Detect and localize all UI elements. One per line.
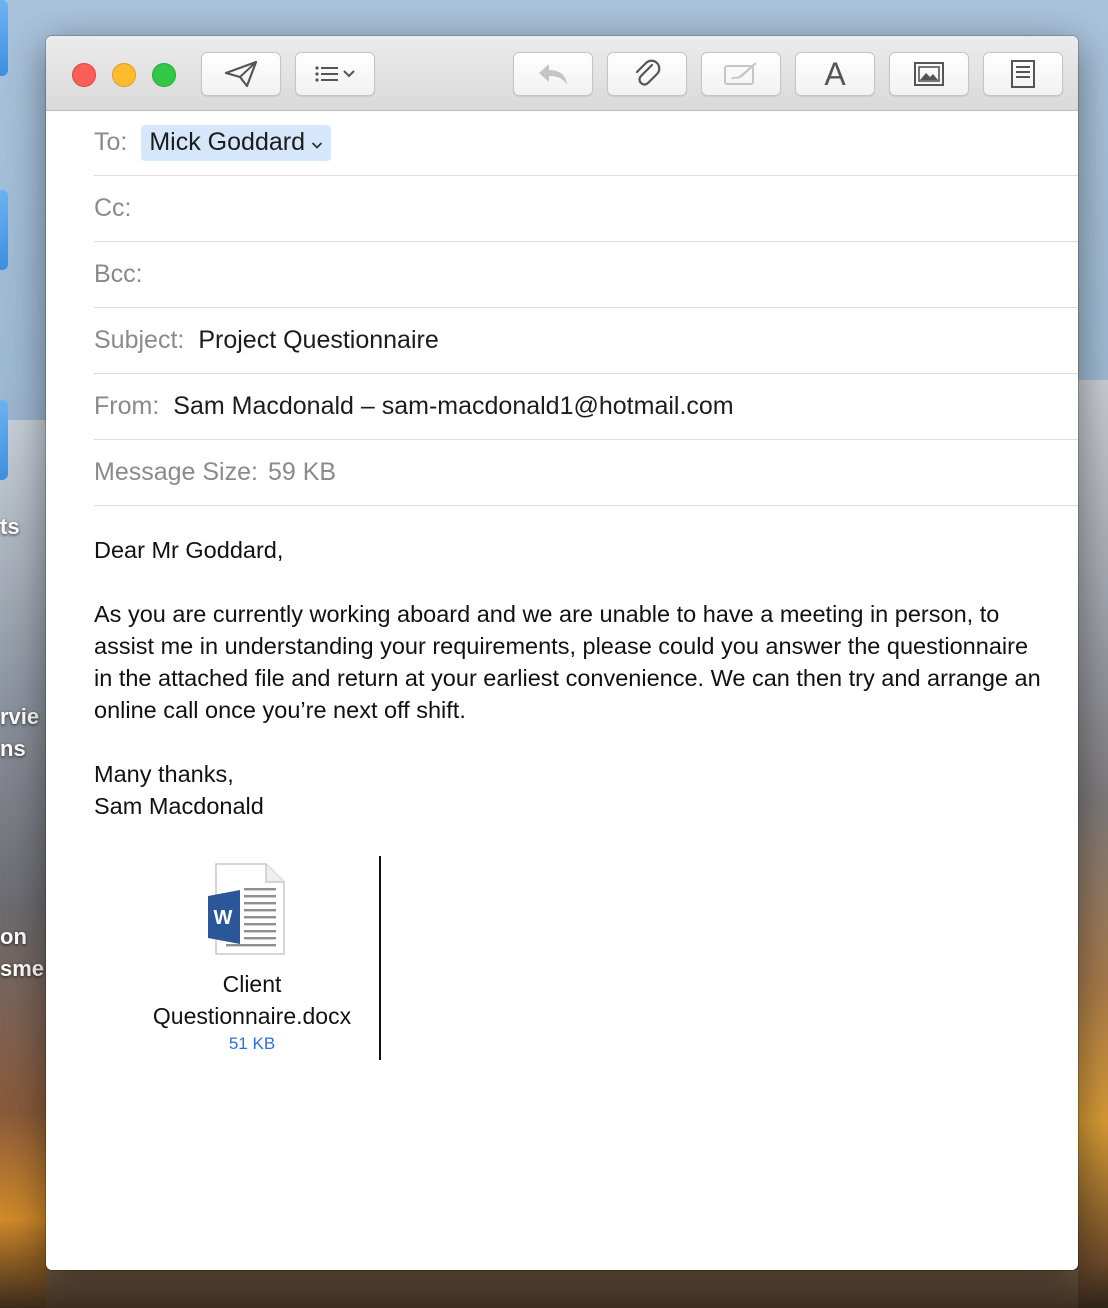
desktop-wallpaper-bottom xyxy=(46,1270,1078,1308)
message-body[interactable]: Dear Mr Goddard, As you are currently wo… xyxy=(94,534,1044,822)
subject-input[interactable]: Project Questionnaire xyxy=(198,326,438,355)
attachment-filename-line2: Questionnaire.docx xyxy=(152,1003,352,1029)
compose-window: A To: Mick Goddard Cc: Bcc: Subject: Pro… xyxy=(46,36,1078,1270)
message-size-label: Message Size: xyxy=(94,458,258,486)
signoff-text: Many thanks, xyxy=(94,761,234,787)
signature-text: Sam Macdonald xyxy=(94,793,264,819)
attach-button[interactable] xyxy=(607,52,687,96)
reply-button[interactable] xyxy=(513,52,593,96)
desktop-wallpaper-left xyxy=(0,420,50,1308)
chevron-down-icon xyxy=(342,69,356,79)
recipient-token[interactable]: Mick Goddard xyxy=(141,124,331,161)
attachment-size: 51 KB xyxy=(228,1034,276,1053)
body-paragraph: As you are currently working aboard and … xyxy=(94,601,1041,723)
reply-arrow-icon xyxy=(535,60,571,88)
from-account-select[interactable]: Sam Macdonald – sam-macdonald1@hotmail.c… xyxy=(173,392,733,421)
cc-field-row[interactable]: Cc: xyxy=(94,176,1078,242)
markup-icon xyxy=(722,60,760,88)
bcc-label: Bcc: xyxy=(94,260,143,288)
stationery-icon xyxy=(1010,59,1036,89)
minimize-window-button[interactable] xyxy=(112,63,136,87)
zoom-window-button[interactable] xyxy=(152,63,176,87)
word-badge: W xyxy=(214,907,233,929)
desktop-icon-label[interactable]: ns xyxy=(0,736,26,762)
desktop-folder-icon[interactable] xyxy=(0,400,8,480)
desktop-wallpaper-right xyxy=(1076,380,1108,1308)
paperclip-icon xyxy=(632,58,662,90)
desktop-icon-label[interactable]: rvie xyxy=(0,704,39,730)
photo-icon xyxy=(913,61,945,87)
font-a-icon: A xyxy=(824,55,846,92)
attachment-filename: Client Questionnaire.docx xyxy=(132,968,372,1032)
window-toolbar: A xyxy=(46,36,1078,111)
chevron-down-icon[interactable] xyxy=(305,128,323,157)
message-size-row: Message Size: 59 KB xyxy=(94,440,1078,506)
to-field-row[interactable]: To: Mick Goddard xyxy=(94,110,1078,176)
desktop-icon-label[interactable]: ts xyxy=(0,514,20,540)
format-button[interactable]: A xyxy=(795,52,875,96)
from-label: From: xyxy=(94,392,160,420)
from-field-row[interactable]: From: Sam Macdonald – sam-macdonald1@hot… xyxy=(94,374,1078,440)
paper-plane-icon xyxy=(223,59,259,89)
desktop-folder-icon[interactable] xyxy=(0,0,8,76)
desktop-folder-icon[interactable] xyxy=(0,190,8,270)
greeting-text: Dear Mr Goddard, xyxy=(94,537,284,563)
subject-field-row[interactable]: Subject: Project Questionnaire xyxy=(94,308,1078,374)
header-fields-button[interactable] xyxy=(295,52,375,96)
attachment-filename-line1: Client xyxy=(222,971,282,997)
recipient-name: Mick Goddard xyxy=(149,127,305,156)
attachment-item[interactable]: W Client Questionnaire.docx 51 KB xyxy=(132,854,372,1060)
message-size-value: 59 KB xyxy=(267,458,337,486)
markup-button[interactable] xyxy=(701,52,781,96)
bcc-field-row[interactable]: Bcc: xyxy=(94,242,1078,308)
list-icon xyxy=(314,64,342,84)
close-window-button[interactable] xyxy=(72,63,96,87)
word-document-icon: W xyxy=(206,862,290,963)
photo-browser-button[interactable] xyxy=(889,52,969,96)
desktop-icon-label[interactable]: on xyxy=(0,924,27,950)
cc-label: Cc: xyxy=(94,194,132,222)
stationery-button[interactable] xyxy=(983,52,1063,96)
send-button[interactable] xyxy=(201,52,281,96)
text-cursor xyxy=(379,856,381,1060)
desktop-icon-label[interactable]: sme xyxy=(0,956,44,982)
to-label: To: xyxy=(94,128,128,156)
subject-label: Subject: xyxy=(94,326,185,354)
